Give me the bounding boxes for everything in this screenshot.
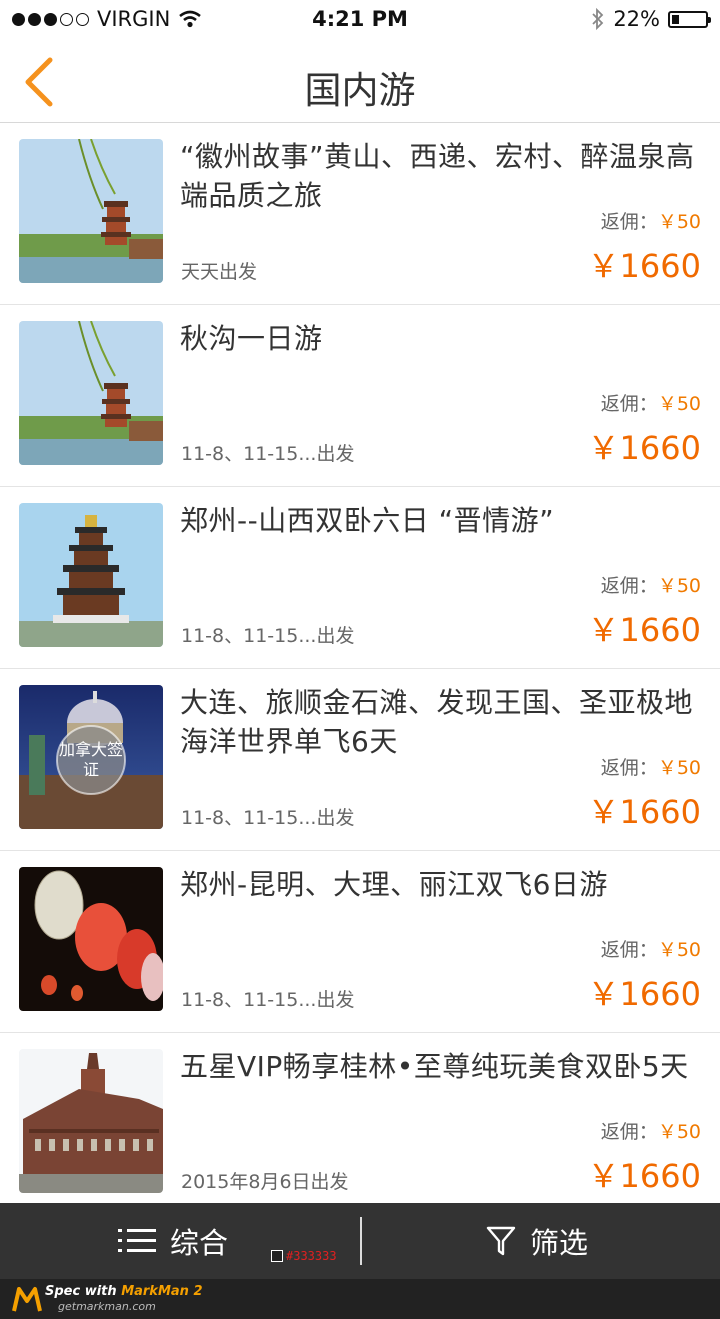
tour-thumbnail [19,867,163,1011]
rebate-label: 返佣： [600,939,658,961]
rebate: 返佣：￥50 [601,753,701,780]
nav-bar: 国内游 [0,40,720,123]
list-item[interactable]: 郑州--山西双卧六日 “晋情游” 11-8、11-15...出发 返佣：￥50 … [0,487,720,669]
markman-watermark: Spec with MarkMan 2 getmarkman.com [0,1279,720,1319]
price: ￥1660 [587,1157,701,1195]
tour-title: 秋沟一日游 [180,322,323,355]
sort-label: 综合 [170,1226,229,1260]
departure-text: 11-8、11-15...出发 [181,443,355,465]
departure-text: 11-8、11-15...出发 [181,625,355,647]
tour-title: 郑州-昆明、大理、丽江双飞6日游 [180,868,608,901]
price: ￥1660 [587,429,701,467]
rebate-label: 返佣： [600,575,658,597]
rebate-label: 返佣： [600,1121,658,1143]
tour-thumbnail [19,503,163,647]
watermark-title: Spec with MarkMan 2 [45,1284,203,1299]
tour-title: “徽州故事”黄山、西递、宏村、醉温泉高端品质之旅 [180,140,695,212]
rebate: 返佣：￥50 [601,207,701,234]
tour-thumbnail [19,321,163,465]
sort-button[interactable]: 综合 [118,1203,228,1279]
tour-list: “徽州故事”黄山、西递、宏村、醉温泉高端品质之旅 天天出发 返佣：￥50 ￥16… [0,123,720,1215]
list-item[interactable]: 加拿大签证 大连、旅顺金石滩、发现王国、圣亚极地海洋世界单飞6天 11-8、11… [0,669,720,851]
visa-badge: 加拿大签证 [59,740,124,779]
rebate: 返佣：￥50 [601,935,701,962]
spec-color-label: #333333 [286,1249,337,1263]
tour-thumbnail: 加拿大签证 [19,685,163,829]
page-title: 国内游 [304,69,416,112]
departure-text: 11-8、11-15...出发 [181,989,355,1011]
rebate-label: 返佣： [600,393,658,415]
tour-thumbnail [19,139,163,283]
list-item[interactable]: 五星VIP畅享桂林•至尊纯玩美食双卧5天 2015年8月6日出发 返佣：￥50 … [0,1033,720,1215]
filter-icon [486,1226,516,1256]
tour-thumbnail [19,1049,163,1193]
markman-logo-icon [12,1287,42,1312]
watermark-prefix: Spec with [45,1284,122,1299]
status-bar: VIRGIN 4:21 PM 22% [0,0,720,40]
rebate-label: 返佣： [600,211,658,233]
list-item[interactable]: 秋沟一日游 11-8、11-15...出发 返佣：￥50 ￥1660 [0,305,720,487]
spec-color-swatch [271,1250,283,1262]
tour-title: 大连、旅顺金石滩、发现王国、圣亚极地海洋世界单飞6天 [180,686,694,758]
bluetooth-icon [592,7,604,31]
price: ￥1660 [587,793,701,831]
watermark-site: getmarkman.com [58,1300,156,1313]
list-icon [118,1229,156,1252]
tour-title: 五星VIP畅享桂林•至尊纯玩美食双卧5天 [180,1050,689,1083]
watermark-brand: MarkMan 2 [121,1284,203,1299]
rebate: 返佣：￥50 [601,571,701,598]
filter-label: 筛选 [530,1226,589,1260]
battery-percent: 22% [613,7,660,31]
battery-icon [668,10,711,28]
rebate-value: ￥50 [657,393,701,415]
rebate-value: ￥50 [657,575,701,597]
departure-text: 天天出发 [181,261,258,283]
tour-title: 郑州--山西双卧六日 “晋情游” [180,504,555,537]
rebate-value: ￥50 [657,757,701,779]
list-item[interactable]: 郑州-昆明、大理、丽江双飞6日游 11-8、11-15...出发 返佣：￥50 … [0,851,720,1033]
rebate: 返佣：￥50 [601,389,701,416]
price: ￥1660 [587,247,701,285]
filter-button[interactable]: 筛选 [486,1203,588,1279]
departure-text: 2015年8月6日出发 [181,1171,349,1193]
toolbar-divider [360,1217,362,1265]
price: ￥1660 [587,611,701,649]
departure-text: 11-8、11-15...出发 [181,807,355,829]
bottom-toolbar: 综合 筛选 [0,1203,720,1279]
status-right: 22% [591,7,711,31]
rebate-value: ￥50 [657,211,701,233]
price: ￥1660 [587,975,701,1013]
rebate-label: 返佣： [600,757,658,779]
list-item[interactable]: “徽州故事”黄山、西递、宏村、醉温泉高端品质之旅 天天出发 返佣：￥50 ￥16… [0,123,720,305]
rebate: 返佣：￥50 [601,1117,701,1144]
rebate-value: ￥50 [657,939,701,961]
rebate-value: ￥50 [657,1121,701,1143]
